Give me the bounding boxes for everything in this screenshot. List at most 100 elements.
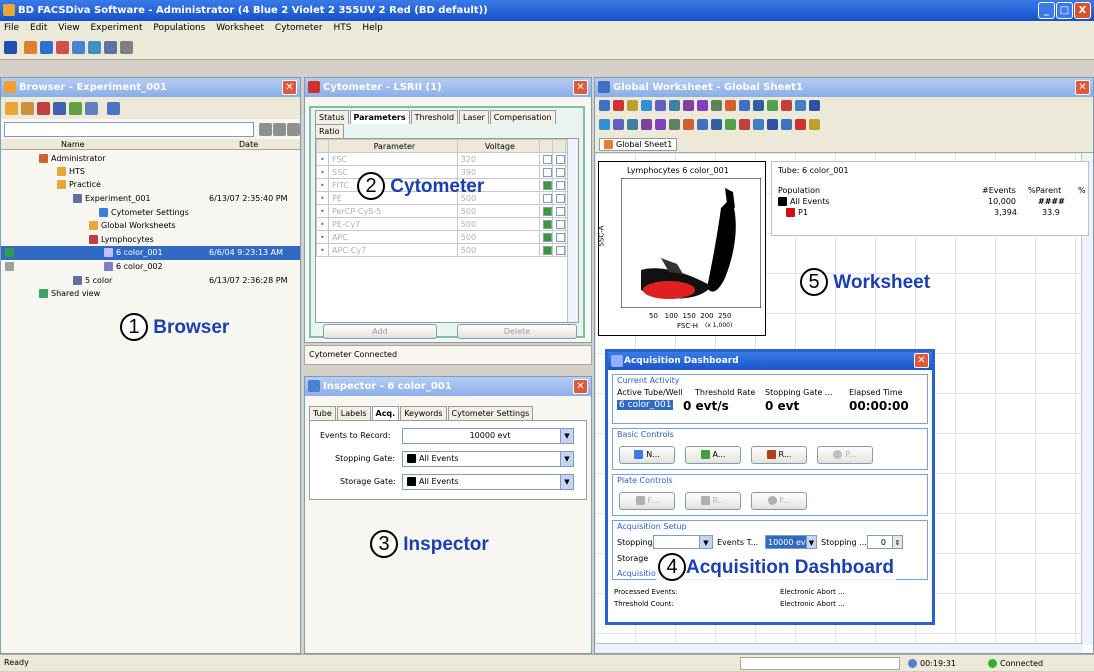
dashboard-icon[interactable] [88, 41, 101, 54]
tree-item-administrator[interactable]: Administrator [39, 152, 106, 165]
population-stats[interactable]: Tube: 6 color_001 Population #Events %Pa… [771, 161, 1089, 236]
menu-file[interactable]: File [4, 23, 19, 33]
log-checkbox[interactable] [539, 230, 553, 244]
tab-threshold[interactable]: Threshold [410, 110, 459, 124]
menu-hts[interactable]: HTS [334, 23, 352, 33]
stopping-gate-select[interactable]: All Events ▼ [402, 451, 574, 467]
worksheet-horizontal-scrollbar[interactable] [595, 643, 1083, 653]
options-icon[interactable] [107, 102, 120, 115]
new-specimen-icon[interactable] [37, 102, 50, 115]
tree-item-shared-view[interactable]: Shared view [39, 287, 100, 300]
area-checkbox[interactable] [552, 152, 566, 166]
log-checkbox[interactable] [539, 165, 553, 179]
tab-global-sheet1[interactable]: Global Sheet1 [599, 138, 678, 151]
tree-item-practice[interactable]: Practice [57, 178, 101, 191]
parameter-row[interactable]: • PE-Cy7 500 [316, 217, 578, 231]
tree-item-global-worksheets[interactable]: Global Worksheets [89, 219, 176, 232]
tab-keywords[interactable]: Keywords [400, 406, 447, 420]
worksheet-tool-icon[interactable] [627, 100, 638, 111]
plate-run-button[interactable]: F... [619, 492, 675, 510]
parameter-voltage[interactable]: 320 [456, 152, 541, 166]
plate-stop-button[interactable]: F... [751, 492, 807, 510]
parameter-row[interactable]: • APC 500 [316, 230, 578, 244]
area-checkbox[interactable] [552, 204, 566, 218]
record-data-button[interactable]: R... [751, 446, 807, 464]
new-worksheet-icon[interactable] [69, 102, 82, 115]
worksheet-tool-icon[interactable] [739, 119, 750, 130]
worksheet-close-icon[interactable]: ✕ [1075, 80, 1090, 95]
save-icon[interactable] [4, 41, 17, 54]
tab-laser[interactable]: Laser [459, 110, 489, 124]
dot-plot[interactable]: Lymphocytes 6 color_001 SSC-A 50 100 150… [597, 161, 766, 336]
worksheet-tool-icon[interactable] [641, 119, 652, 130]
date-column-header[interactable]: Date [239, 139, 258, 150]
delete-button[interactable]: Delete [457, 324, 577, 339]
browser-icon[interactable] [24, 41, 37, 54]
worksheet-tool-icon[interactable] [767, 100, 778, 111]
pause-button[interactable]: P... [817, 446, 873, 464]
worksheet-tool-icon[interactable] [809, 100, 820, 111]
worksheet-tool-icon[interactable] [655, 100, 666, 111]
worksheet-tool-icon[interactable] [753, 119, 764, 130]
tree-item-5color[interactable]: 5 color 6/13/07 2:36:28 PM [73, 274, 299, 287]
worksheet-tool-icon[interactable] [725, 119, 736, 130]
tree-item-lymphocytes[interactable]: Lymphocytes [89, 233, 154, 246]
worksheet-tool-icon[interactable] [613, 119, 624, 130]
storage-gate-select[interactable]: All Events ▼ [402, 474, 574, 490]
parameter-voltage[interactable]: 500 [456, 243, 541, 257]
area-checkbox[interactable] [552, 230, 566, 244]
worksheet-tool-icon[interactable] [697, 100, 708, 111]
filter-icon[interactable] [259, 123, 272, 136]
worksheet-tool-icon[interactable] [683, 100, 694, 111]
tab-ratio[interactable]: Ratio [315, 124, 344, 138]
acquisition-pointer-icon[interactable] [5, 248, 14, 257]
tab-acq[interactable]: Acq. [371, 406, 400, 420]
worksheet-tool-icon[interactable] [599, 119, 610, 130]
menu-cytometer[interactable]: Cytometer [275, 23, 323, 33]
tab-labels[interactable]: Labels [336, 406, 371, 420]
grid-icon[interactable] [104, 41, 117, 54]
menu-experiment[interactable]: Experiment [90, 23, 142, 33]
worksheet-tool-icon[interactable] [725, 100, 736, 111]
log-checkbox[interactable] [539, 152, 553, 166]
new-experiment-icon[interactable] [21, 102, 34, 115]
minimize-button[interactable]: _ [1038, 2, 1055, 19]
menu-help[interactable]: Help [362, 23, 383, 33]
worksheet-tool-icon[interactable] [795, 119, 806, 130]
layout-icon[interactable] [120, 41, 133, 54]
tree-item-hts[interactable]: HTS [57, 165, 85, 178]
cytometer-close-icon[interactable]: ✕ [573, 80, 588, 95]
plate-resume-button[interactable]: R... [685, 492, 741, 510]
worksheet-icon[interactable] [72, 41, 85, 54]
events-to-record-select[interactable]: 10000 evt ▼ [765, 535, 817, 549]
new-folder-icon[interactable] [5, 102, 18, 115]
sort-icon[interactable] [85, 102, 98, 115]
properties-icon[interactable] [287, 123, 300, 136]
tree-item-experiment[interactable]: Experiment_001 6/13/07 2:35:40 PM [73, 192, 299, 205]
inspector-close-icon[interactable]: ✕ [573, 379, 588, 394]
stopping-time-input[interactable]: 0 ⇕ [867, 535, 903, 549]
worksheet-tool-icon[interactable] [711, 119, 722, 130]
worksheet-tool-icon[interactable] [683, 119, 694, 130]
worksheet-tool-icon[interactable] [739, 100, 750, 111]
worksheet-tool-icon[interactable] [627, 119, 638, 130]
area-checkbox[interactable] [552, 243, 566, 257]
parameters-scrollbar[interactable] [567, 139, 578, 322]
tab-parameters[interactable]: Parameters [349, 110, 410, 124]
parameter-voltage[interactable]: 500 [456, 217, 541, 231]
log-checkbox[interactable] [539, 191, 553, 205]
worksheet-tool-icon[interactable] [781, 119, 792, 130]
stopping-gate-select[interactable]: ▼ [653, 535, 713, 549]
maximize-button[interactable]: □ [1056, 2, 1073, 19]
area-checkbox[interactable] [552, 217, 566, 231]
worksheet-tool-icon[interactable] [767, 119, 778, 130]
worksheet-tool-icon[interactable] [669, 119, 680, 130]
parameter-voltage[interactable]: 500 [456, 230, 541, 244]
log-checkbox[interactable] [539, 178, 553, 192]
dashboard-close-icon[interactable]: ✕ [914, 353, 929, 368]
worksheet-tool-icon[interactable] [641, 100, 652, 111]
menu-view[interactable]: View [58, 23, 79, 33]
worksheet-tool-icon[interactable] [753, 100, 764, 111]
tree-item-cytometer-settings[interactable]: Cytometer Settings [99, 206, 189, 219]
worksheet-tool-icon[interactable] [697, 119, 708, 130]
